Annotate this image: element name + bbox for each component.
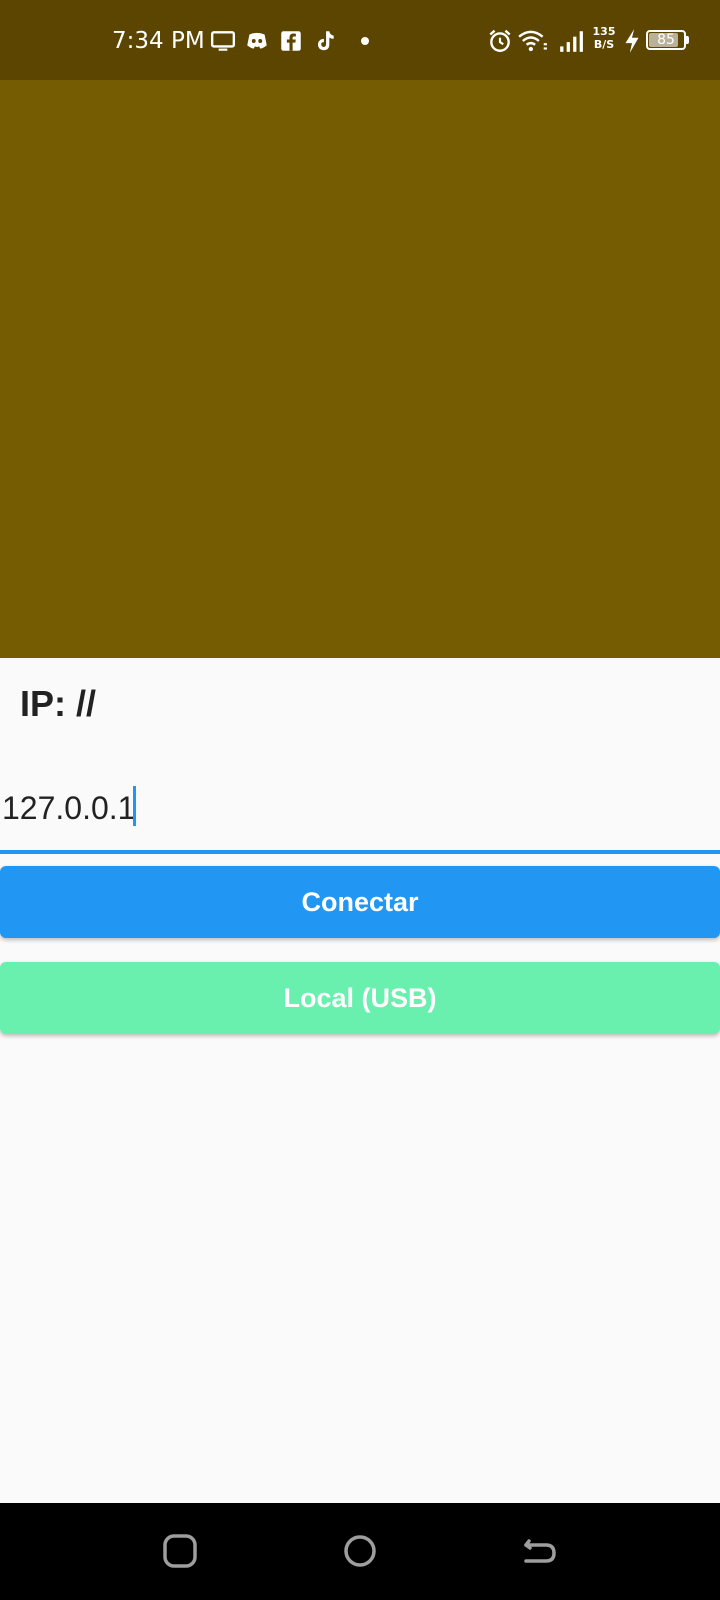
ip-label: IP: // bbox=[20, 683, 97, 724]
status-time: 7:34 PM bbox=[112, 28, 205, 54]
wifi-icon bbox=[518, 28, 548, 54]
net-speed-indicator: 135 B/S bbox=[591, 25, 617, 51]
net-speed-value: 135 bbox=[592, 25, 616, 38]
charging-icon bbox=[622, 28, 642, 54]
connect-button[interactable]: Conectar bbox=[0, 866, 720, 938]
battery-nub bbox=[686, 36, 689, 44]
battery-icon: 85 bbox=[646, 30, 686, 50]
back-icon[interactable] bbox=[518, 1529, 562, 1573]
tiktok-icon bbox=[312, 28, 338, 54]
video-preview-panel bbox=[0, 80, 720, 658]
signal-icon bbox=[558, 28, 584, 54]
battery-level: 85 bbox=[657, 32, 675, 48]
home-icon[interactable] bbox=[338, 1529, 382, 1573]
net-speed-unit: B/S bbox=[593, 38, 615, 51]
status-bar: 7:34 PM 135 B/S 85 bbox=[0, 0, 720, 80]
navigation-bar bbox=[0, 1503, 720, 1600]
discord-icon bbox=[244, 28, 270, 54]
screen-cast-icon bbox=[210, 28, 236, 54]
local-usb-button[interactable]: Local (USB) bbox=[0, 962, 720, 1034]
notification-dot-icon bbox=[360, 36, 370, 46]
ip-input-container bbox=[0, 770, 720, 854]
facebook-icon bbox=[278, 28, 304, 54]
ip-input[interactable] bbox=[0, 770, 720, 846]
text-caret bbox=[133, 786, 136, 826]
alarm-icon bbox=[487, 28, 513, 54]
recents-icon[interactable] bbox=[158, 1529, 202, 1573]
